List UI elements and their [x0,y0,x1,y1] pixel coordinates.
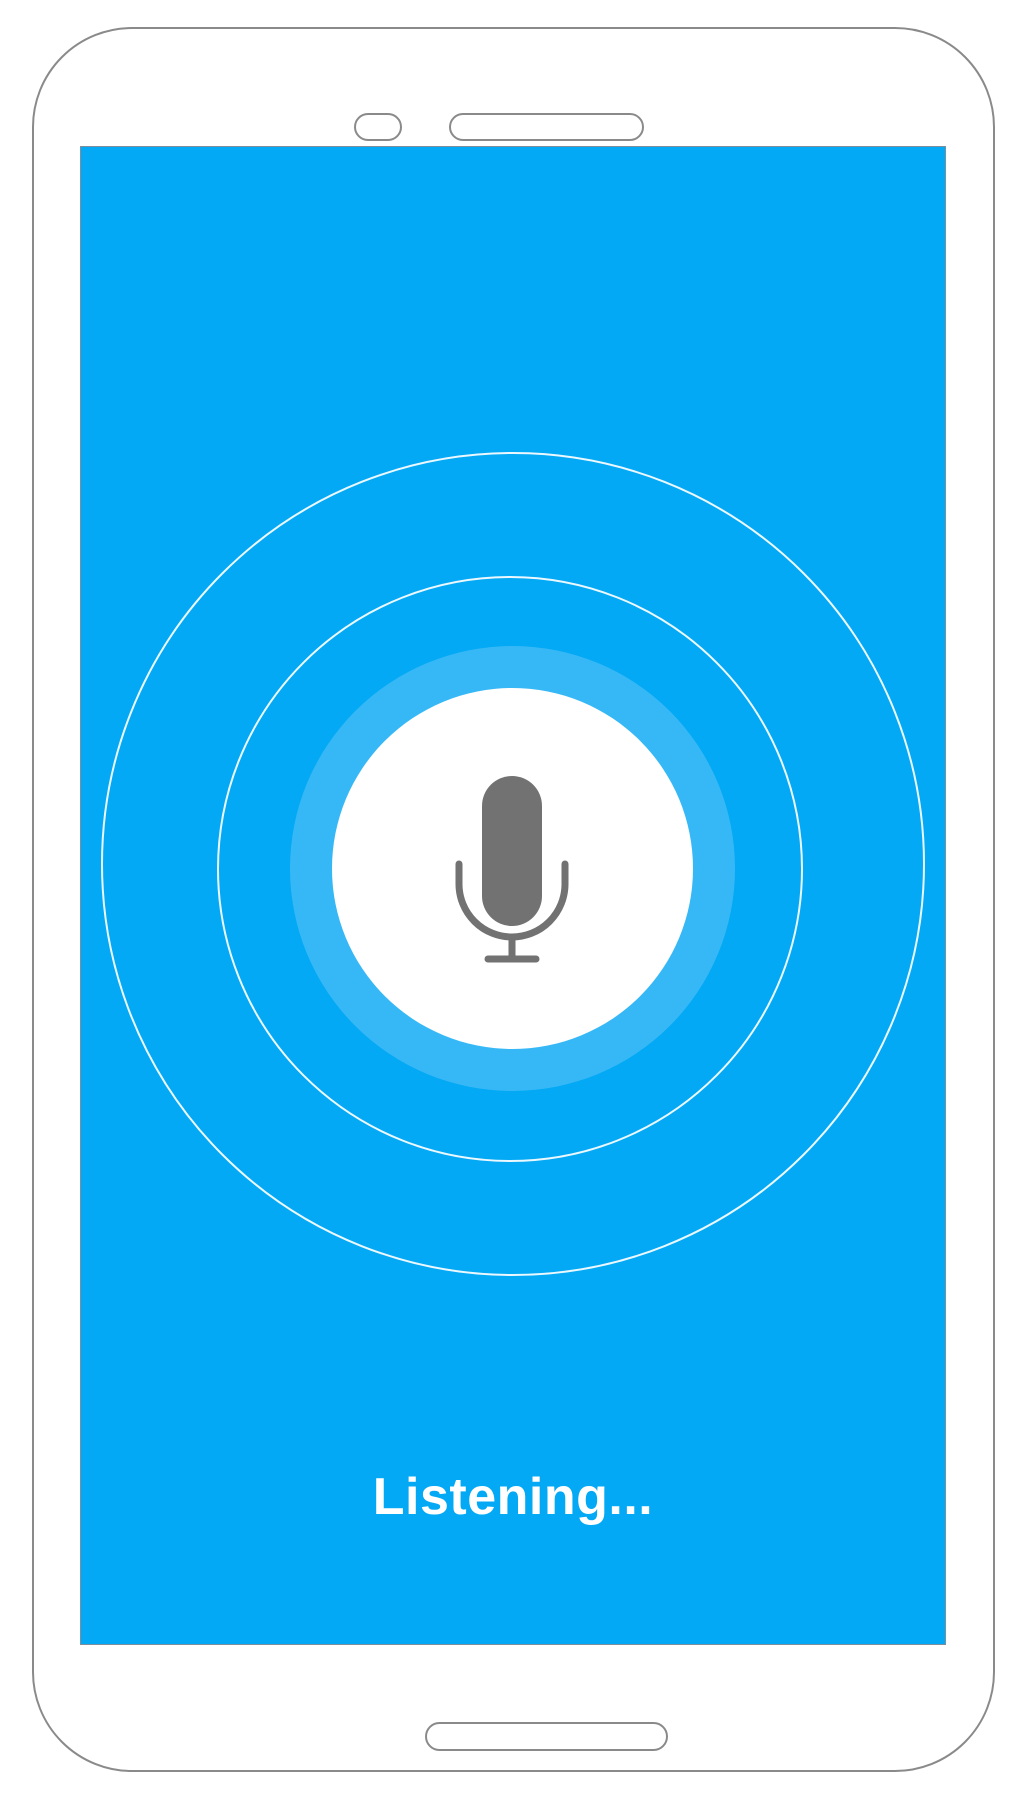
microphone-icon [455,776,569,963]
listening-status-text: Listening... [372,1468,654,1526]
voice-input-screen: Listening... [80,146,946,1645]
home-button[interactable] [425,1722,668,1751]
earpiece-speaker [449,113,644,141]
mic-capsule [482,776,542,926]
front-camera [354,113,402,141]
